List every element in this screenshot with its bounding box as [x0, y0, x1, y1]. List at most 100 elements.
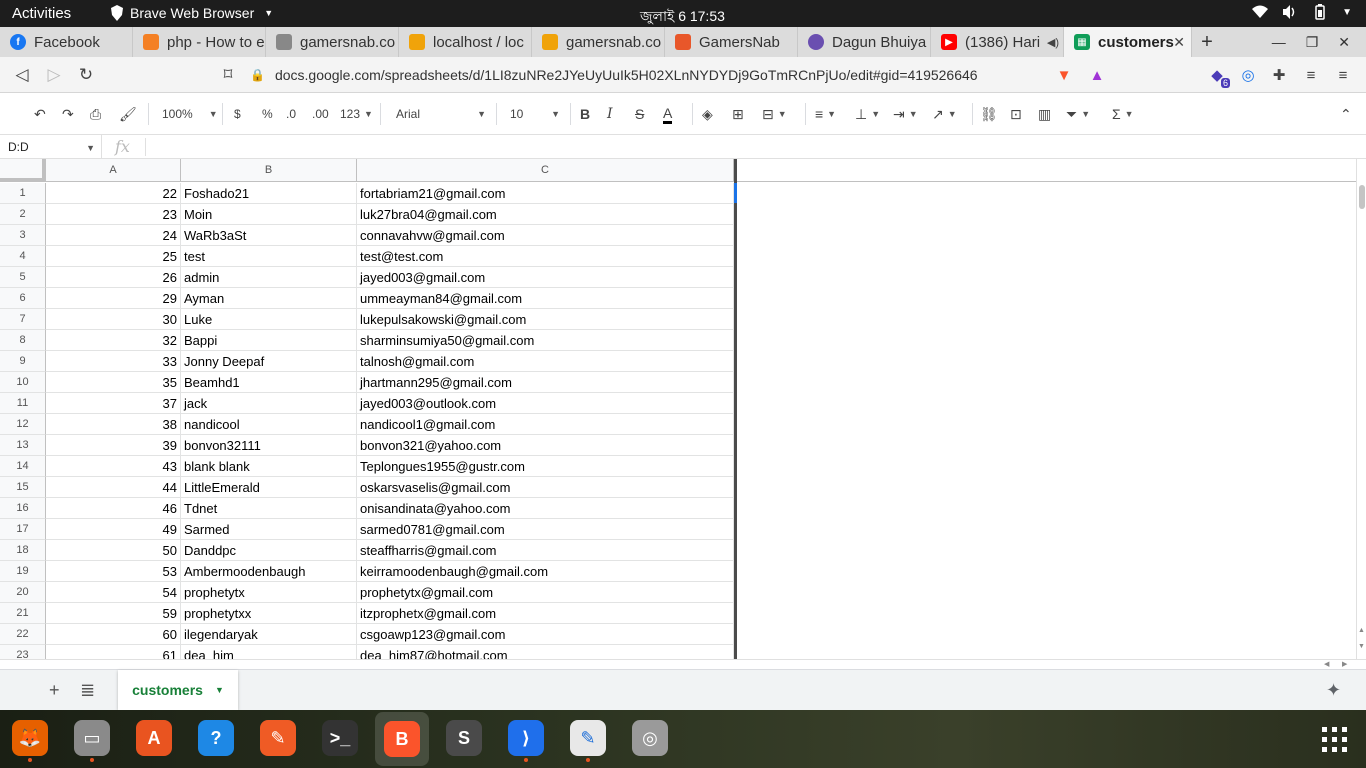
- browser-menu-icon[interactable]: ≡: [1332, 64, 1354, 86]
- fill-color-icon[interactable]: ◈: [702, 104, 713, 124]
- cell-email[interactable]: bonvon321@yahoo.com: [357, 435, 734, 456]
- cell-email[interactable]: ummeayman84@gmail.com: [357, 288, 734, 309]
- cell-username[interactable]: Sarmed: [181, 519, 357, 540]
- cell-username[interactable]: ilegendaryak: [181, 624, 357, 645]
- brave-shields-icon[interactable]: ▼: [1053, 64, 1075, 86]
- scroll-right-icon[interactable]: ▶: [1342, 660, 1347, 668]
- cell-id[interactable]: 35: [46, 372, 181, 393]
- tab-dagun-bhuiya[interactable]: Dagun Bhuiya: [798, 27, 931, 57]
- insert-comment-icon[interactable]: ⊡: [1010, 104, 1022, 124]
- cell-username[interactable]: prophetytxx: [181, 603, 357, 624]
- cell-username[interactable]: prophetytx: [181, 582, 357, 603]
- cell-id[interactable]: 49: [46, 519, 181, 540]
- row-header[interactable]: 9: [0, 351, 46, 372]
- cell-email[interactable]: jayed003@gmail.com: [357, 267, 734, 288]
- cell-id[interactable]: 38: [46, 414, 181, 435]
- cell-email[interactable]: csgoawp123@gmail.com: [357, 624, 734, 645]
- cell-username[interactable]: Ambermoodenbaugh: [181, 561, 357, 582]
- cell-id[interactable]: 32: [46, 330, 181, 351]
- row-header[interactable]: 21: [0, 603, 46, 624]
- cell-username[interactable]: Moin: [181, 204, 357, 225]
- cell-id[interactable]: 26: [46, 267, 181, 288]
- cell-email[interactable]: dea_him87@hotmail.com: [357, 645, 734, 659]
- row-header[interactable]: 13: [0, 435, 46, 456]
- dock-postman-icon[interactable]: ✎: [260, 720, 296, 756]
- cell-username[interactable]: Danddpc: [181, 540, 357, 561]
- dock-software-icon[interactable]: A: [136, 720, 172, 756]
- dock-vscode-icon[interactable]: ⟩: [508, 720, 544, 762]
- forward-icon[interactable]: ▷: [44, 65, 64, 85]
- text-color-icon[interactable]: A: [663, 104, 673, 124]
- app-menu[interactable]: Brave Web Browser ▼: [110, 5, 273, 21]
- cell-username[interactable]: Beamhd1: [181, 372, 357, 393]
- row-header[interactable]: 7: [0, 309, 46, 330]
- close-tab-icon[interactable]: ✕: [1173, 34, 1185, 51]
- row-header[interactable]: 15: [0, 477, 46, 498]
- font-family-select[interactable]: Arial ▼: [396, 104, 486, 124]
- dock-help-icon[interactable]: ?: [198, 720, 234, 756]
- lock-icon[interactable]: 🔒: [250, 68, 265, 82]
- column-header-b[interactable]: B: [181, 159, 357, 182]
- cell-id[interactable]: 50: [46, 540, 181, 561]
- scroll-left-icon[interactable]: ◀: [1324, 660, 1329, 668]
- cell-id[interactable]: 29: [46, 288, 181, 309]
- minimize-icon[interactable]: —: [1272, 34, 1286, 50]
- cell-email[interactable]: prophetytx@gmail.com: [357, 582, 734, 603]
- cell-username[interactable]: nandicool: [181, 414, 357, 435]
- extension-icon[interactable]: ◎: [1237, 64, 1259, 86]
- brave-rewards-icon[interactable]: ▲: [1086, 64, 1108, 86]
- cell-username[interactable]: Luke: [181, 309, 357, 330]
- italic-icon[interactable]: I: [607, 104, 613, 124]
- dock-text-editor-icon[interactable]: ✎: [570, 720, 606, 762]
- activities-button[interactable]: Activities: [12, 5, 71, 22]
- cell-id[interactable]: 37: [46, 393, 181, 414]
- cell-username[interactable]: test: [181, 246, 357, 267]
- cell-id[interactable]: 54: [46, 582, 181, 603]
- increase-decimal-button[interactable]: .00: [312, 104, 329, 124]
- cell-username[interactable]: Foshado21: [181, 183, 357, 204]
- row-header[interactable]: 5: [0, 267, 46, 288]
- decrease-decimal-button[interactable]: .0: [286, 104, 296, 124]
- cell-id[interactable]: 60: [46, 624, 181, 645]
- show-applications-icon[interactable]: [1322, 727, 1348, 753]
- tab-youtube[interactable]: ▶ (1386) Hari ◀): [931, 27, 1064, 57]
- cell-email[interactable]: jayed003@outlook.com: [357, 393, 734, 414]
- add-sheet-icon[interactable]: +: [49, 680, 60, 701]
- reload-icon[interactable]: ↻: [76, 65, 96, 85]
- cell-email[interactable]: connavahvw@gmail.com: [357, 225, 734, 246]
- back-icon[interactable]: ◁: [12, 65, 32, 85]
- cell-email[interactable]: talnosh@gmail.com: [357, 351, 734, 372]
- puzzle-icon[interactable]: ✚: [1268, 64, 1290, 86]
- vertical-align-icon[interactable]: ⊥ ▼: [855, 104, 880, 124]
- cell-username[interactable]: Tdnet: [181, 498, 357, 519]
- scroll-down-icon[interactable]: ▼: [1358, 643, 1365, 650]
- cell-email[interactable]: steaffharris@gmail.com: [357, 540, 734, 561]
- cell-email[interactable]: oskarsvaselis@gmail.com: [357, 477, 734, 498]
- text-rotation-icon[interactable]: ↗ ▼: [932, 104, 957, 124]
- scroll-up-icon[interactable]: ▲: [1358, 627, 1365, 634]
- dock-files-icon[interactable]: ▭: [74, 720, 110, 762]
- redo-icon[interactable]: ↷: [62, 104, 74, 124]
- cell-id[interactable]: 23: [46, 204, 181, 225]
- cell-username[interactable]: blank blank: [181, 456, 357, 477]
- cell-email[interactable]: jhartmann295@gmail.com: [357, 372, 734, 393]
- horizontal-align-icon[interactable]: ≡ ▼: [815, 104, 836, 124]
- spreadsheet-grid[interactable]: A B C 1 22 Foshado21 fortabriam21@gmail.com…: [0, 159, 1356, 659]
- row-header[interactable]: 18: [0, 540, 46, 561]
- vertical-scrollbar[interactable]: ▲ ▼: [1356, 159, 1366, 659]
- row-header[interactable]: 8: [0, 330, 46, 351]
- undo-icon[interactable]: ↶: [34, 104, 46, 124]
- cell-id[interactable]: 44: [46, 477, 181, 498]
- cell-username[interactable]: Jonny Deepaf: [181, 351, 357, 372]
- new-tab-button[interactable]: +: [1192, 31, 1222, 54]
- row-header[interactable]: 6: [0, 288, 46, 309]
- paint-format-icon[interactable]: 🖌: [119, 104, 137, 124]
- cell-email[interactable]: sharminsumiya50@gmail.com: [357, 330, 734, 351]
- system-tray[interactable]: ▼: [1252, 4, 1352, 20]
- row-header[interactable]: 17: [0, 519, 46, 540]
- row-header[interactable]: 1: [0, 183, 46, 204]
- insert-link-icon[interactable]: ⛓: [980, 104, 998, 124]
- tab-customers-sheet[interactable]: ▦ customers ✕: [1064, 27, 1192, 57]
- bold-icon[interactable]: B: [580, 104, 590, 124]
- row-header[interactable]: 10: [0, 372, 46, 393]
